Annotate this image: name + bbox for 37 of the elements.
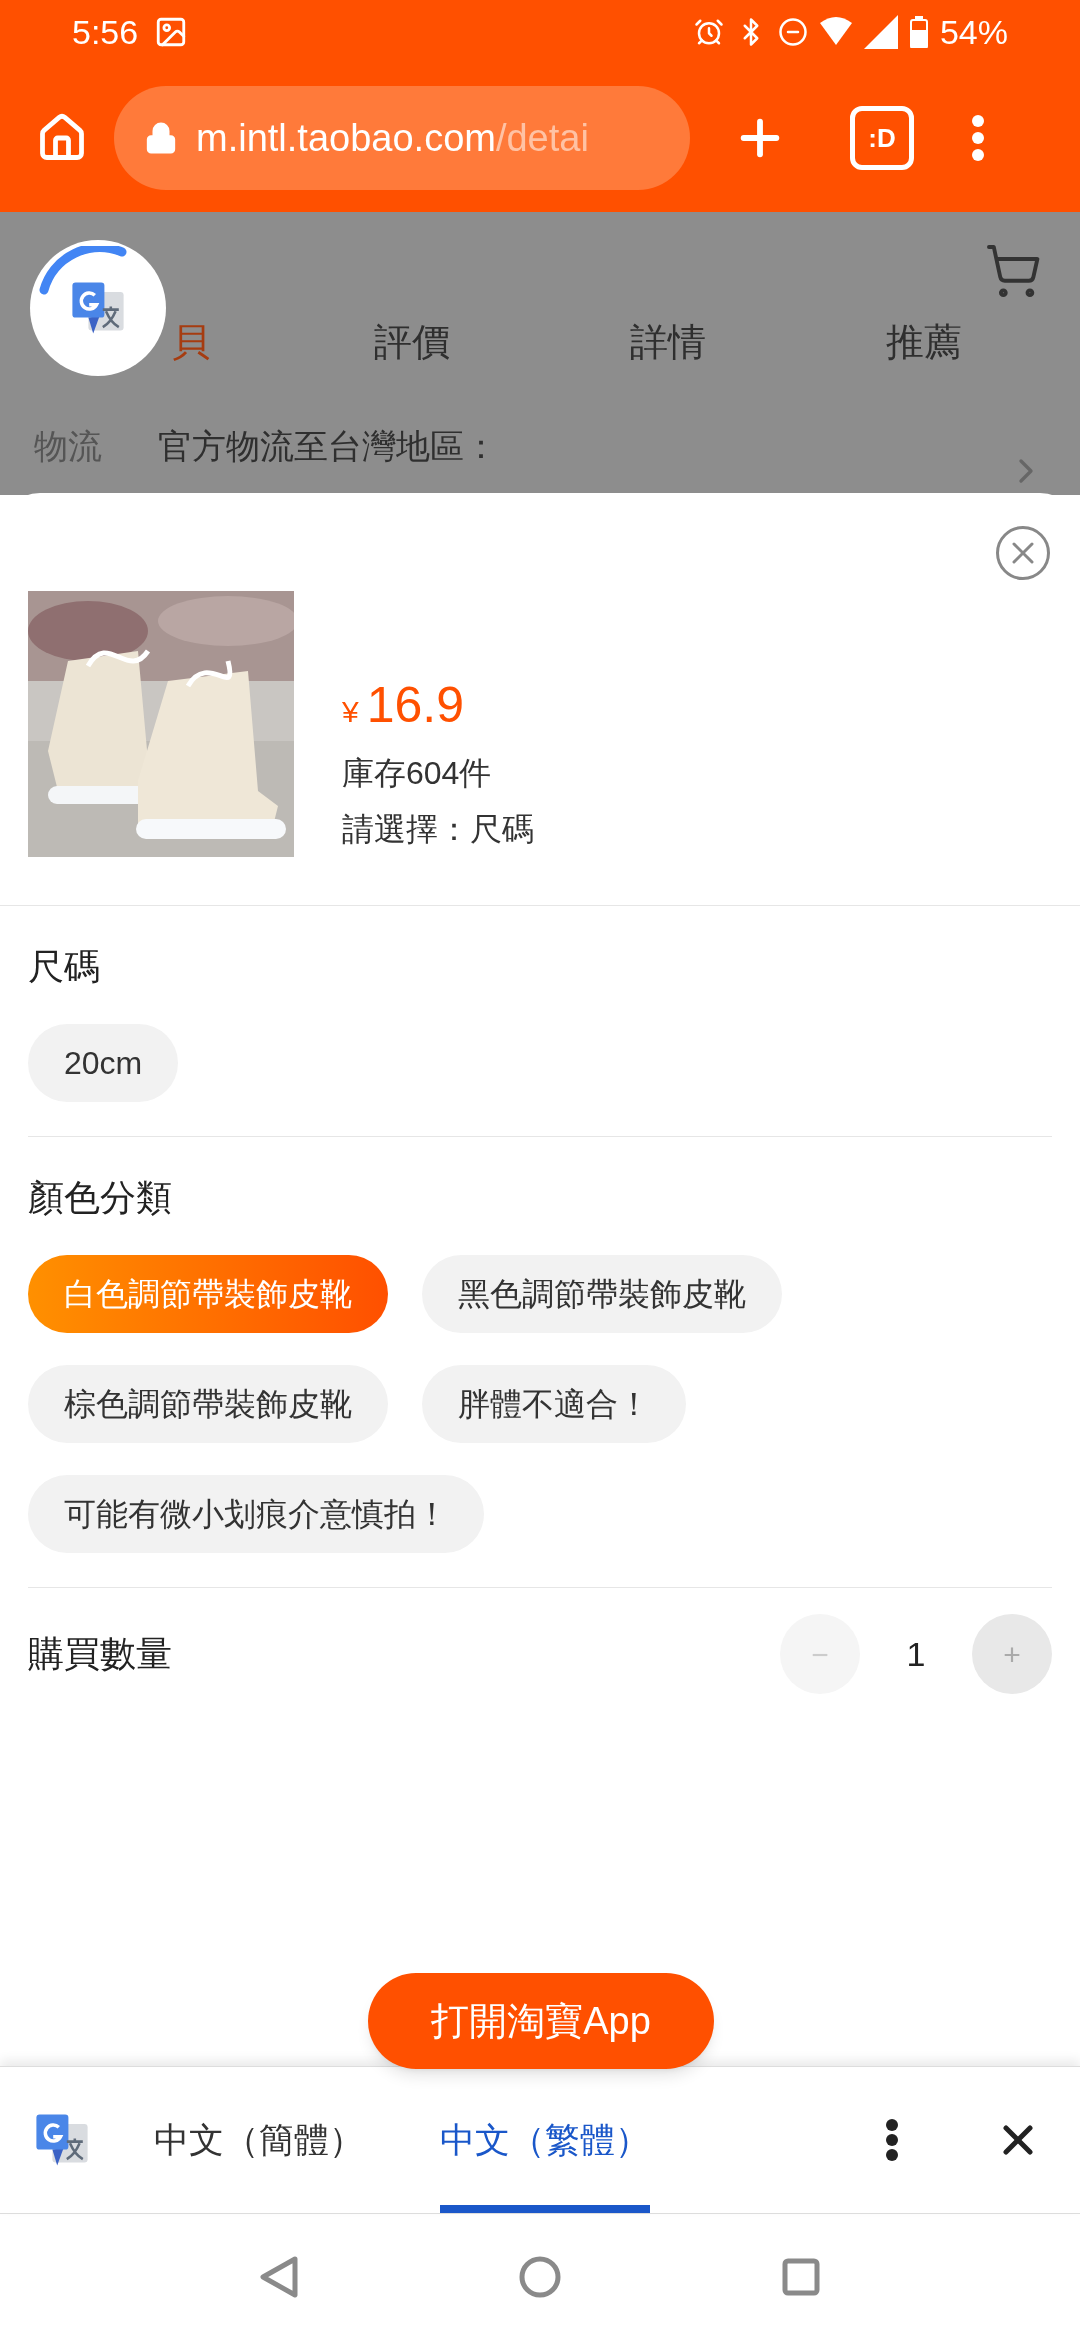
- alarm-icon: [693, 17, 724, 47]
- more-icon: [885, 2118, 899, 2162]
- do-not-disturb-icon: [777, 17, 808, 47]
- wifi-icon: [819, 17, 852, 47]
- page-tab[interactable]: 詳情: [630, 313, 706, 371]
- home-icon[interactable]: [518, 2255, 562, 2299]
- price: ¥ 16.9: [342, 676, 465, 735]
- selection-prompt: 請選擇：尺碼: [342, 810, 534, 849]
- quantity-value: 1: [905, 1633, 927, 1675]
- more-icon: [971, 114, 985, 162]
- option-chip[interactable]: 白色調節帶裝飾皮靴: [28, 1255, 388, 1333]
- option-chip[interactable]: 黑色調節帶裝飾皮靴: [422, 1255, 782, 1333]
- logistics-label: 物流: [34, 425, 103, 467]
- option-chip[interactable]: 胖體不適合！: [422, 1365, 686, 1443]
- status-time: 5:56: [72, 11, 139, 53]
- stock-text: 庫存604件: [342, 754, 493, 793]
- back-icon[interactable]: [259, 2255, 300, 2299]
- option-group-title: 顏色分類: [28, 1176, 173, 1220]
- lock-icon: [144, 121, 178, 155]
- option-chip[interactable]: 可能有微小划痕介意慎拍！: [28, 1475, 484, 1553]
- language-tab[interactable]: 中文（簡體）: [154, 2067, 364, 2213]
- page-tab[interactable]: 評價: [374, 313, 450, 371]
- battery-icon: [909, 16, 928, 48]
- option-chip[interactable]: 棕色調節帶裝飾皮靴: [28, 1365, 388, 1443]
- page-tab[interactable]: 推薦: [886, 313, 962, 371]
- open-app-button[interactable]: 打開淘寶App: [368, 1973, 714, 2069]
- url-text: m.intl.taobao.com/detai: [196, 115, 589, 161]
- tab-switcher-button[interactable]: :D: [850, 106, 914, 170]
- quantity-label: 購買數量: [28, 1632, 172, 1676]
- recents-icon[interactable]: [780, 2257, 821, 2297]
- address-bar[interactable]: m.intl.taobao.com/detai: [114, 86, 690, 190]
- signal-icon: [863, 15, 898, 49]
- logistics-text: 官方物流至台灣地區：: [158, 425, 498, 467]
- option-group-title: 尺碼: [28, 945, 101, 989]
- cart-icon[interactable]: [984, 242, 1042, 300]
- option-chip[interactable]: 20cm: [28, 1024, 179, 1102]
- battery-percent: 54%: [939, 11, 1008, 53]
